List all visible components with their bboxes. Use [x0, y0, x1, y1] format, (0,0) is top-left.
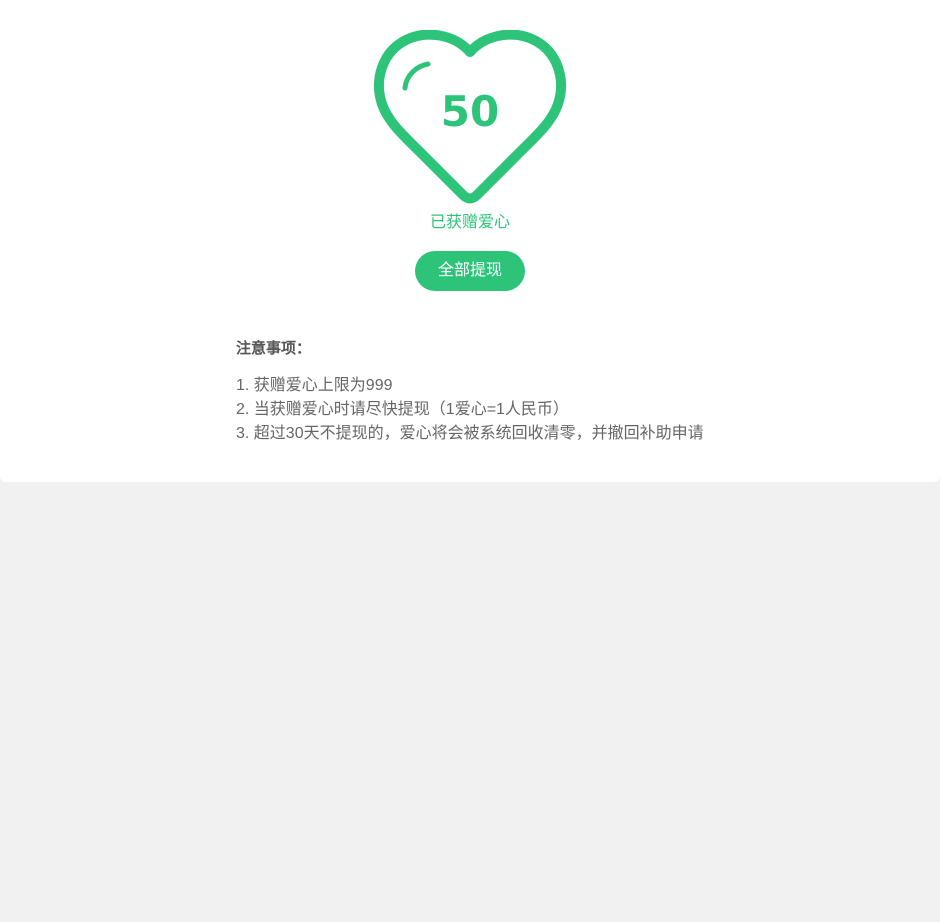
withdraw-all-button[interactable]: 全部提现: [415, 251, 525, 291]
love-count: 50: [440, 87, 500, 136]
main-card: 50 已获赠爱心 全部提现 注意事项： 1. 获赠爱心上限为999 2. 当获赠…: [0, 0, 940, 482]
notes-title: 注意事项：: [236, 340, 312, 357]
notes-section: 注意事项： 1. 获赠爱心上限为999 2. 当获赠爱心时请尽快提现（1爱心=1…: [236, 338, 756, 446]
notes-item: 2. 当获赠爱心时请尽快提现（1爱心=1人民币）: [236, 401, 569, 418]
notes-list: 1. 获赠爱心上限为999 2. 当获赠爱心时请尽快提现（1爱心=1人民币） 3…: [236, 374, 756, 446]
notes-item: 3. 超过30天不提现的，爱心将会被系统回收清零，并撤回补助申请: [236, 425, 704, 442]
notes-item: 1. 获赠爱心上限为999: [236, 377, 393, 394]
heart-badge: 50: [370, 30, 570, 206]
love-count-label: 已获赠爱心: [429, 214, 510, 231]
heart-shine: [402, 61, 431, 91]
